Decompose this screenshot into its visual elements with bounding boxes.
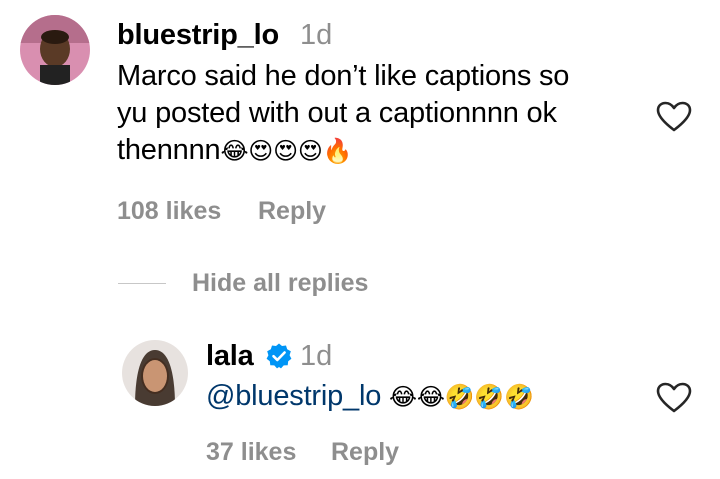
replies-divider [118,283,166,284]
reply-timestamp: 1d [300,340,333,372]
comment-timestamp: 1d [300,19,333,51]
comment-emojis: 😂😍😍😍🔥 [220,137,353,165]
reply-emojis: 😂😂🤣🤣🤣 [389,383,534,411]
comment-text-line1: Marco said he don’t like captions so [117,60,570,92]
hide-all-replies-button[interactable]: Hide all replies [192,269,368,298]
comment-text-line2: yu posted with out a captionnnn ok [117,97,557,129]
comment-reply-button[interactable]: Reply [258,197,326,226]
reply-avatar[interactable] [122,340,188,406]
like-comment-heart-icon[interactable] [656,101,692,133]
reply-likes[interactable]: 37 likes [206,438,296,467]
comment-likes[interactable]: 108 likes [117,197,221,226]
reply-mention-link[interactable]: @bluestrip_lo [206,380,381,412]
comment-username[interactable]: bluestrip_lo [117,19,279,52]
comment-text-line3: thennnn😂😍😍😍🔥 [117,132,637,170]
reply-reply-button[interactable]: Reply [331,438,399,467]
reply-text: @bluestrip_lo 😂😂🤣🤣🤣 [206,378,534,416]
commenter-avatar[interactable] [20,15,90,85]
reply-username[interactable]: lala [206,340,254,373]
like-reply-heart-icon[interactable] [656,382,692,414]
avatar-image [20,15,90,85]
comment-text: Marco said he don’t like captions so yu … [117,58,637,170]
verified-badge-icon [265,342,293,370]
avatar-image [122,340,188,406]
comment-text-line3-text: thennnn [117,134,221,166]
